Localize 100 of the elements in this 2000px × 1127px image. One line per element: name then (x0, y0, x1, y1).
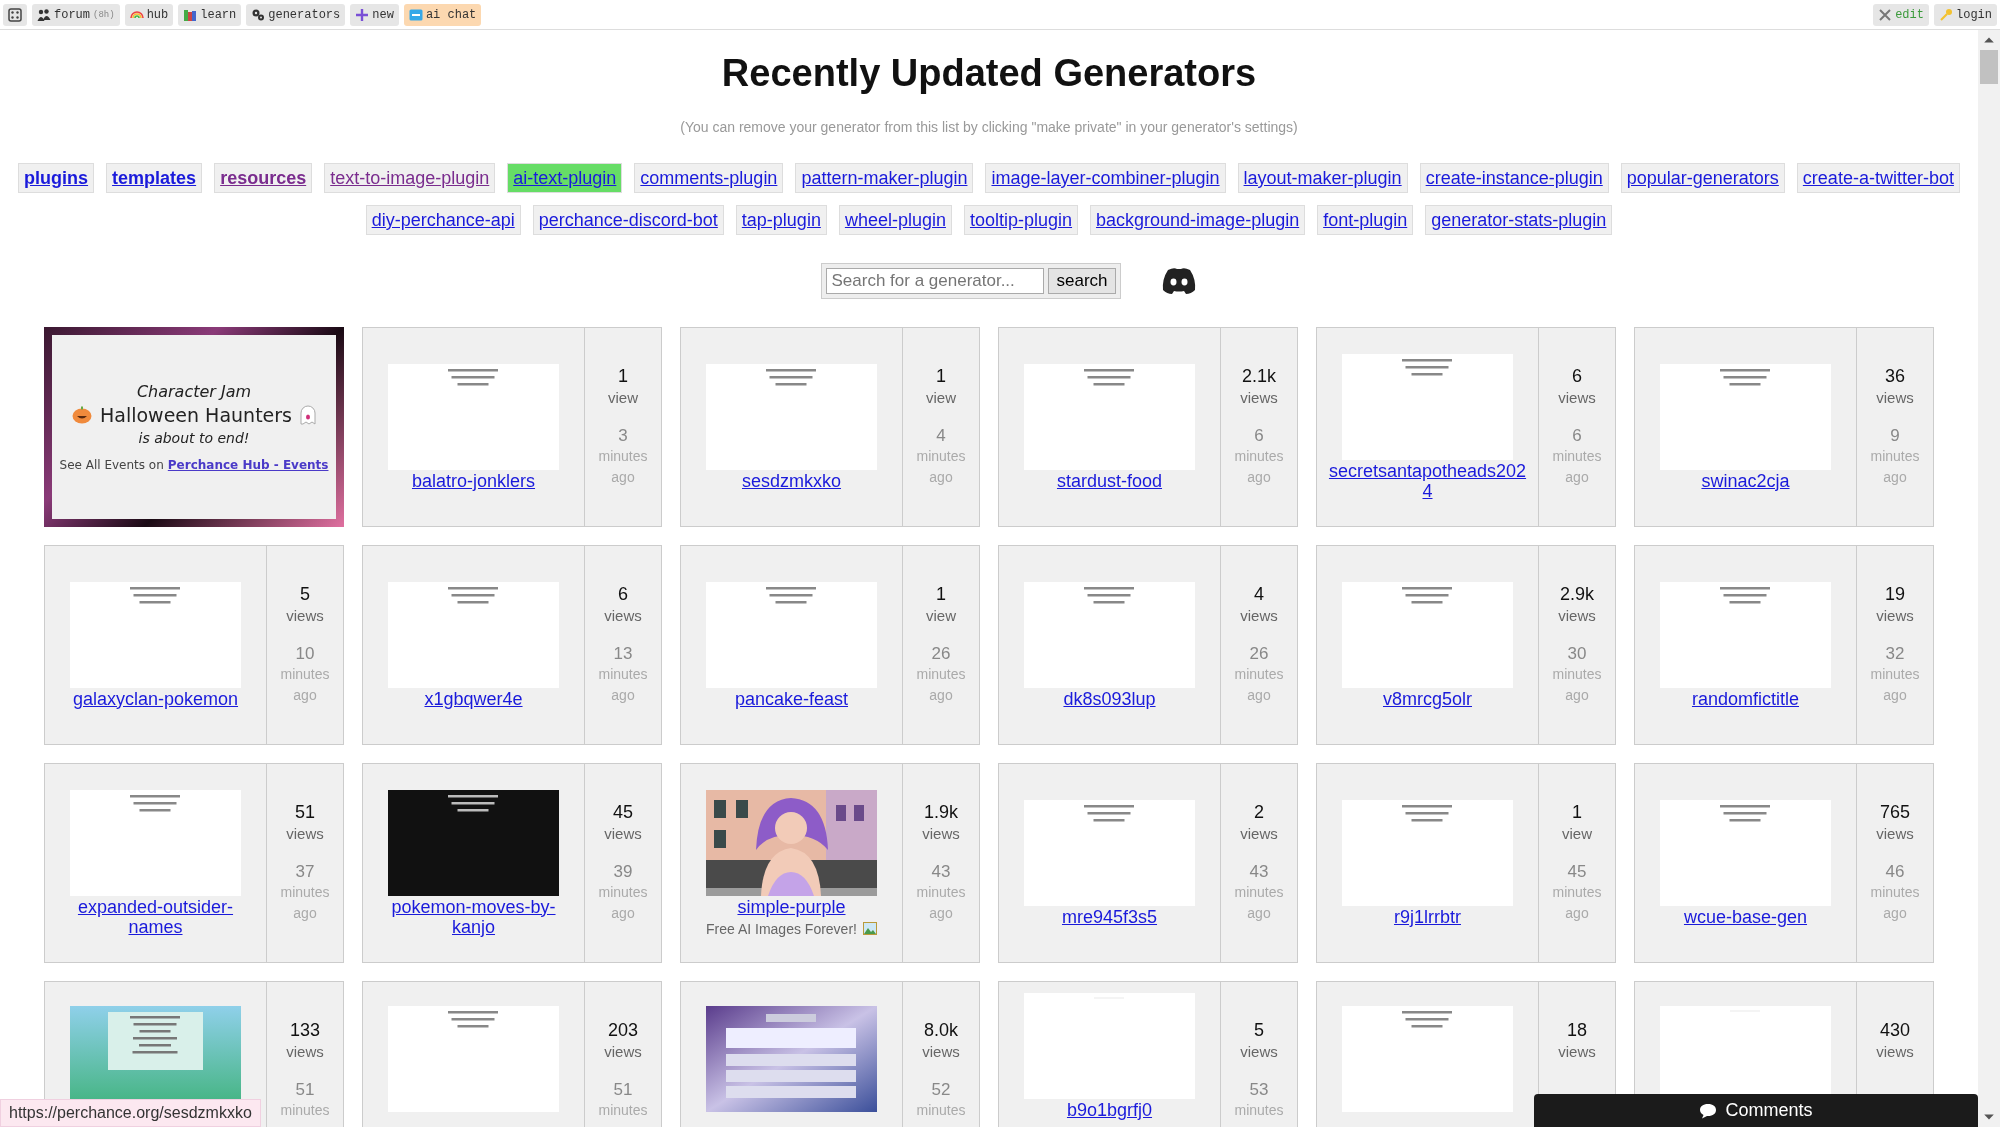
view-label: views (604, 824, 642, 844)
generator-link[interactable]: galaxyclan-pokemon (72, 688, 239, 709)
age-number: 13 (613, 644, 633, 664)
age-unit: minutes (916, 1101, 966, 1120)
tag-link[interactable]: create-instance-plugin (1419, 163, 1609, 193)
view-label: view (926, 606, 956, 626)
age-number: 37 (295, 862, 315, 882)
age-number: 43 (931, 862, 951, 882)
age-unit: minutes (1234, 447, 1284, 466)
generator-link[interactable]: secretsantapotheads2024 (1327, 460, 1528, 501)
view-label: views (1558, 606, 1596, 626)
view-label: views (286, 1042, 324, 1062)
age-unit: minutes (1234, 883, 1284, 902)
view-label: views (1558, 388, 1596, 408)
discord-icon[interactable] (1160, 267, 1197, 295)
generator-link[interactable]: stardust-food (1056, 470, 1163, 491)
tag-link[interactable]: comments-plugin (634, 163, 784, 193)
view-label: views (286, 824, 324, 844)
tag-link[interactable]: tooltip-plugin (963, 205, 1079, 235)
nav-button[interactable] (3, 3, 27, 26)
age-number: 10 (295, 644, 315, 664)
generator-link[interactable]: wcue-base-gen (1683, 906, 1808, 927)
age-number: 32 (1885, 644, 1905, 664)
nav-button[interactable]: new (350, 3, 399, 26)
tag-link[interactable]: perchance-discord-bot (532, 205, 724, 235)
generator-link[interactable]: expanded-outsider-names (55, 896, 256, 937)
view-count: 8.0k (924, 1020, 958, 1040)
search-field[interactable]: Search for a generator... (826, 268, 1045, 294)
tag-link[interactable]: wheel-plugin (838, 205, 952, 235)
nav-button[interactable]: ai chat (403, 3, 482, 26)
age-unit: minutes (598, 447, 648, 466)
search-button[interactable]: search (1048, 268, 1116, 294)
picture-icon (862, 922, 877, 935)
tag-link[interactable]: font-plugin (1317, 205, 1414, 235)
tag-link[interactable]: background-image-plugin (1090, 205, 1306, 235)
event-kicker: Character Jam (136, 382, 252, 401)
generator-link[interactable]: v8mrcg5olr (1383, 688, 1472, 709)
view-count: 4 (1254, 584, 1264, 604)
generator-link[interactable]: swinac2cja (1701, 470, 1790, 491)
tag-link[interactable]: text-to-image-plugin (324, 163, 496, 193)
nav-button[interactable]: hub (124, 3, 174, 26)
generator-link[interactable]: dk8s093lup (1063, 688, 1156, 709)
age-number: 26 (931, 644, 951, 664)
age-number: 52 (931, 1080, 951, 1100)
generator-link[interactable]: b9o1bgrfj0 (1066, 1100, 1153, 1120)
age-unit: minutes (598, 665, 648, 684)
comments-bar[interactable]: Comments (1534, 1094, 1978, 1127)
generator-link[interactable]: mre945f3s5 (1061, 906, 1158, 927)
age-suffix: ago (1565, 686, 1589, 705)
scrollbar-thumb[interactable] (1980, 50, 1998, 84)
tag-link[interactable]: popular-generators (1620, 163, 1785, 193)
generator-link[interactable]: x1gbqwer4e (424, 688, 523, 709)
generator-link[interactable]: sesdzmkxko (742, 470, 841, 491)
generator-link[interactable]: r9j1lrrbtr (1394, 906, 1461, 927)
view-count: 1.9k (924, 802, 958, 822)
tag-link[interactable]: tap-plugin (735, 205, 827, 235)
tag-link[interactable]: pattern-maker-plugin (795, 163, 974, 193)
age-suffix: ago (1883, 904, 1907, 923)
generator-link[interactable]: randomfictitle (1691, 688, 1799, 709)
age-number: 26 (1249, 644, 1269, 664)
gears-icon (251, 7, 266, 22)
tag-link[interactable]: create-a-twitter-bot (1796, 163, 1960, 193)
status-url: https://perchance.org/sesdzmkxko (0, 1099, 261, 1127)
tag-link[interactable]: resources (214, 163, 313, 193)
dice-icon (8, 7, 22, 22)
tag-link[interactable]: generator-stats-plugin (1425, 205, 1613, 235)
age-unit: minutes (1870, 447, 1920, 466)
tag-link[interactable]: templates (106, 163, 203, 193)
view-label: views (604, 606, 642, 626)
nav-button[interactable]: learn (178, 3, 242, 26)
tag-link[interactable]: image-layer-combiner-plugin (985, 163, 1226, 193)
age-unit: minutes (1870, 883, 1920, 902)
view-count: 19 (1885, 584, 1905, 604)
view-count: 45 (613, 802, 633, 822)
age-suffix: ago (611, 904, 635, 923)
view-count: 2.1k (1242, 366, 1276, 386)
view-count: 2.9k (1560, 584, 1594, 604)
page-title: Recently Updated Generators (721, 51, 1257, 95)
tag-link[interactable]: diy-perchance-api (365, 205, 521, 235)
generator-link[interactable]: pokemon-moves-by-kanjo (373, 896, 574, 937)
nav-button[interactable]: forum (8h) (32, 3, 120, 26)
tag-link[interactable]: plugins (18, 163, 95, 193)
generator-link[interactable]: balatro-jonklers (411, 470, 536, 491)
view-count: 1 (936, 584, 946, 604)
nav-button[interactable]: generators (246, 3, 346, 26)
tag-link[interactable]: layout-maker-plugin (1237, 163, 1408, 193)
event-link[interactable]: Perchance Hub - Events (167, 458, 329, 472)
view-count: 5 (300, 584, 310, 604)
age-unit: minutes (1234, 1101, 1284, 1120)
view-count: 6 (1572, 366, 1582, 386)
scrollbar[interactable] (1978, 30, 2000, 1127)
nav-button[interactable]: login (1934, 3, 1997, 26)
age-number: 3 (618, 426, 628, 446)
rainbow-icon (129, 10, 144, 19)
view-count: 36 (1885, 366, 1905, 386)
tag-link[interactable]: ai-text-plugin (507, 163, 623, 193)
age-suffix: ago (1565, 468, 1589, 487)
generator-link[interactable]: simple-purple (737, 896, 846, 917)
view-label: view (1562, 824, 1592, 844)
generator-link[interactable]: pancake-feast (734, 688, 849, 709)
